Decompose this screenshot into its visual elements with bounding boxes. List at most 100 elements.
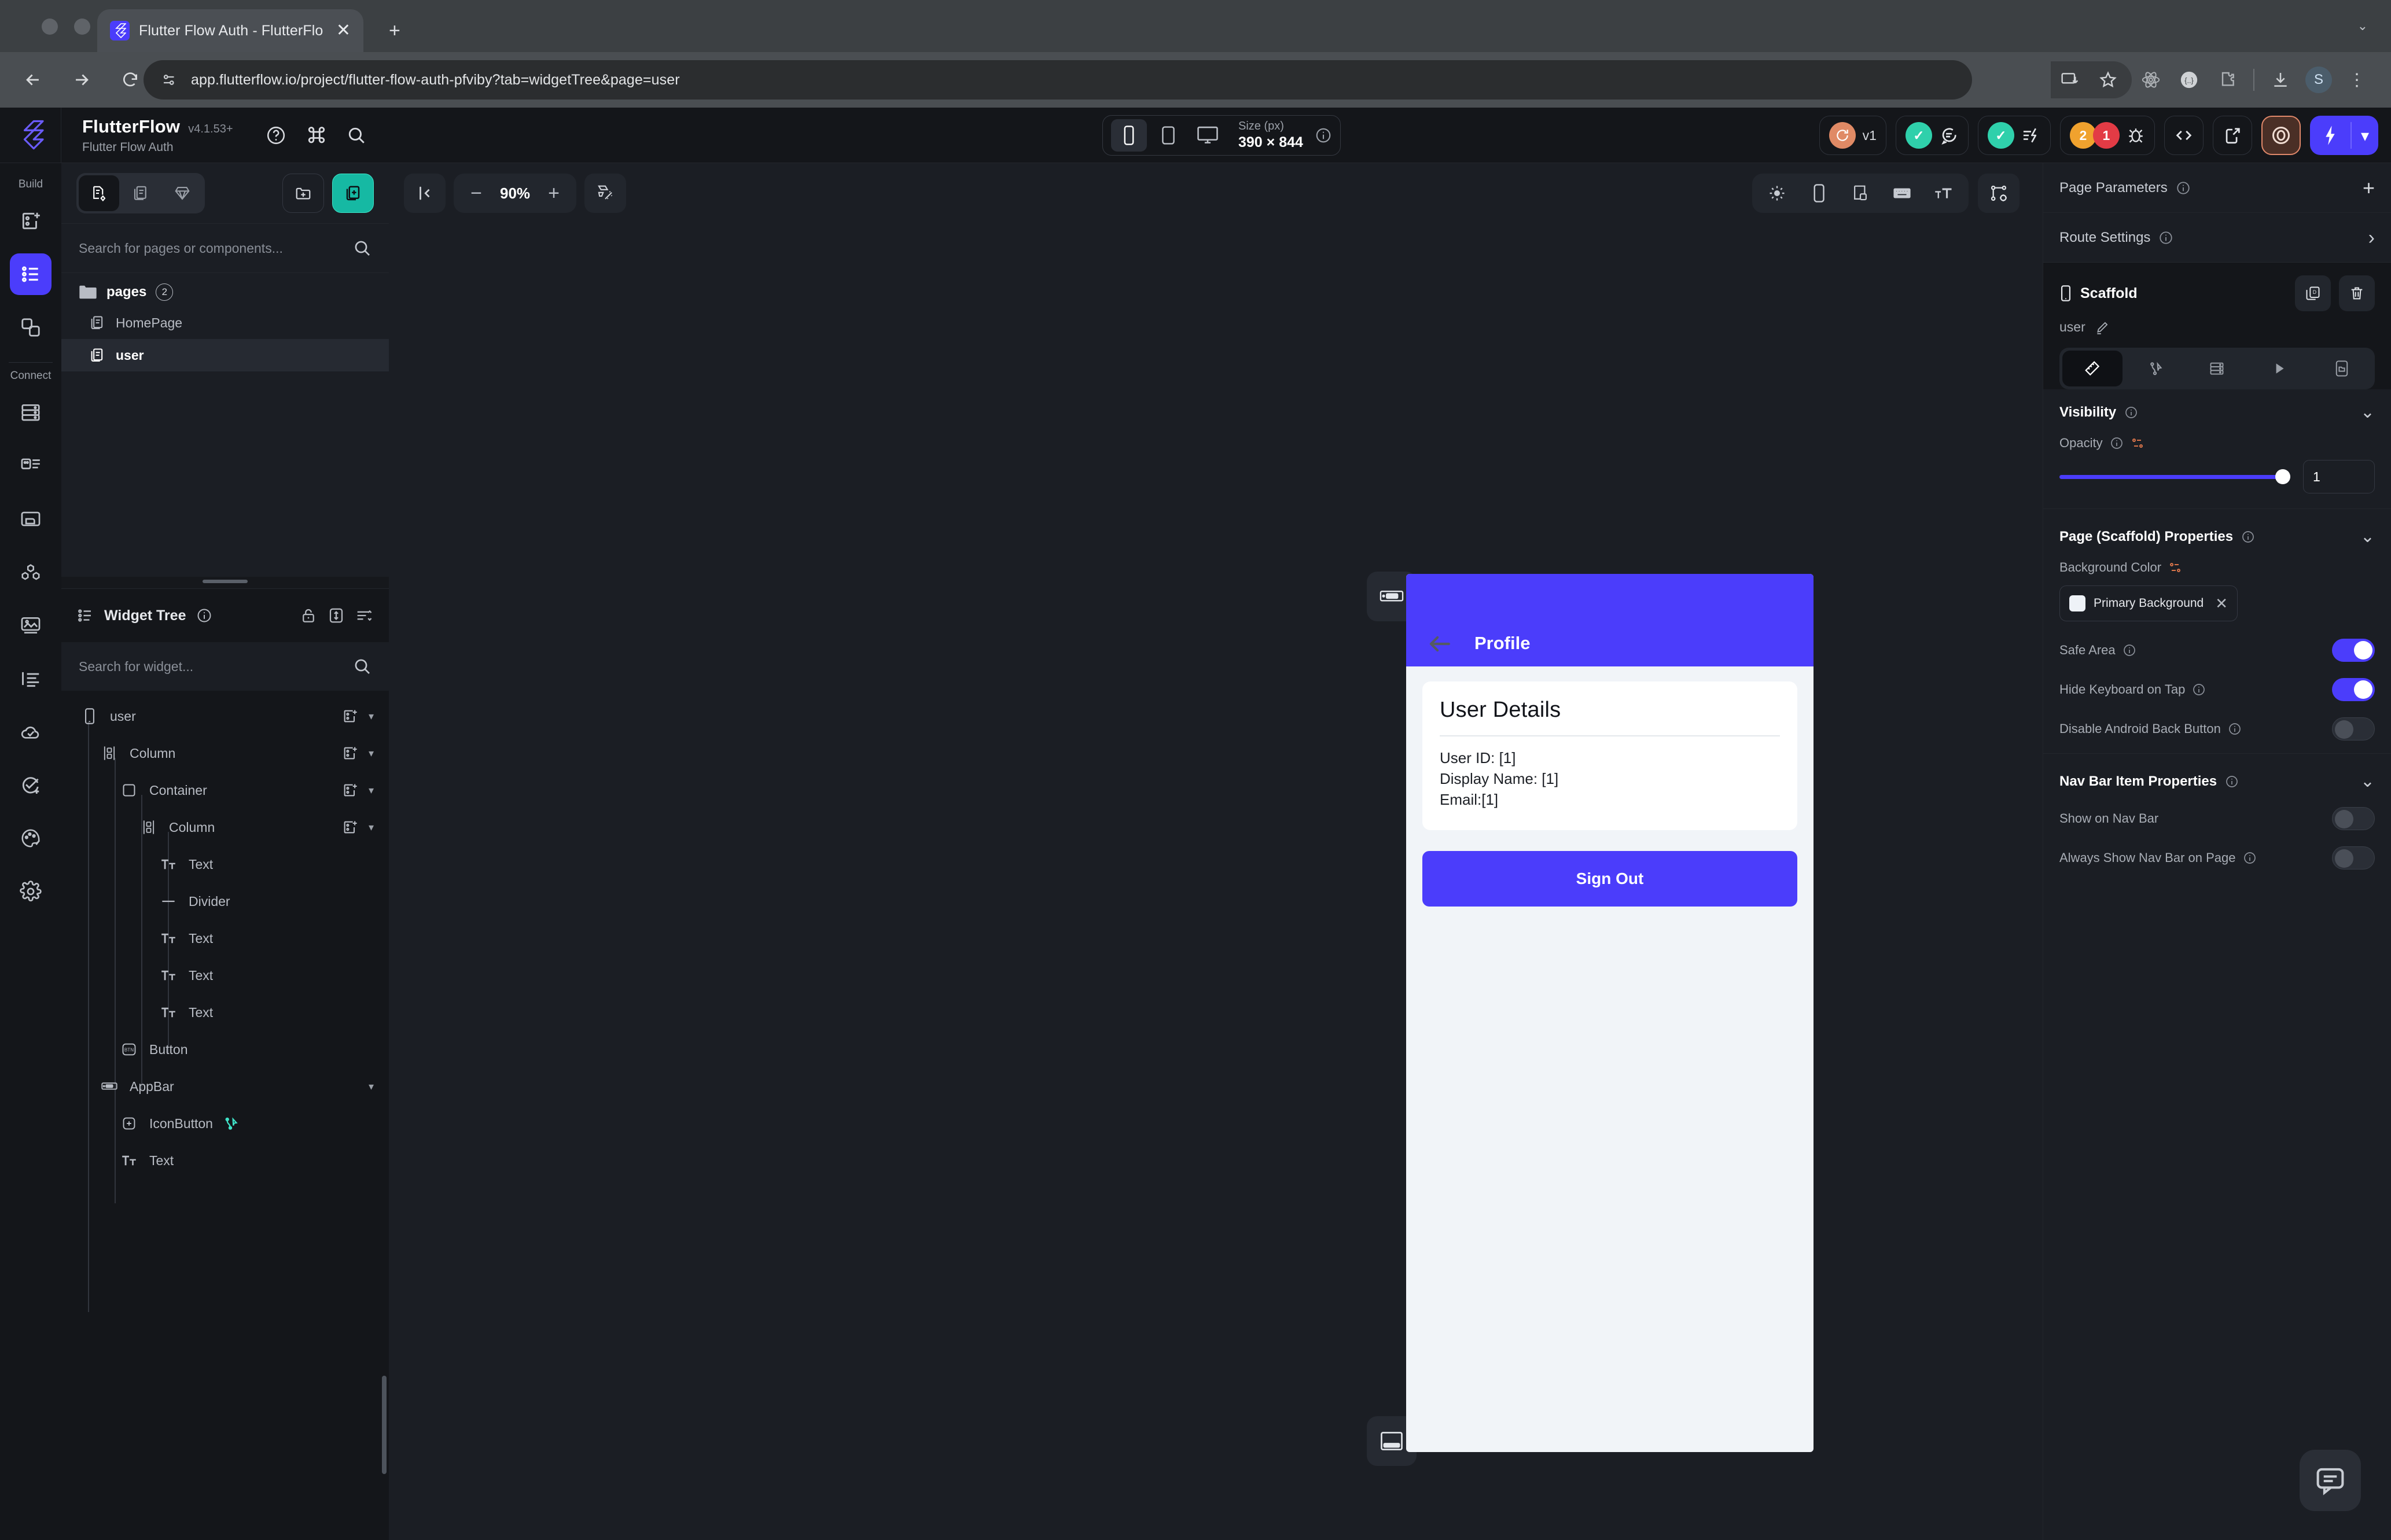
zoom-in-button[interactable]: + [537, 175, 571, 211]
browser-menu-icon[interactable]: ⋮ [2338, 61, 2376, 98]
chevron-down-icon[interactable]: ⌄ [2357, 19, 2368, 34]
tree-item-user[interactable]: user ▾ [61, 698, 389, 735]
react-devtools-icon[interactable] [2132, 61, 2170, 98]
browser-tab[interactable]: Flutter Flow Auth - FlutterFlo ✕ [97, 9, 363, 52]
pages-folder-row[interactable]: pages 2 [61, 273, 389, 307]
zoom-out-button[interactable]: − [459, 175, 493, 211]
add-page-parameter-button[interactable]: + [2363, 177, 2375, 198]
sidebar-item-assets[interactable] [10, 605, 52, 646]
show-on-navbar-toggle[interactable] [2332, 807, 2375, 830]
clear-color-icon[interactable]: ✕ [2215, 595, 2228, 613]
sidebar-item-localization[interactable] [10, 658, 52, 699]
sort-collapse-icon[interactable] [355, 607, 374, 624]
sidebar-item-api-integrations[interactable] [10, 551, 52, 593]
text-size-icon[interactable] [1925, 176, 1963, 211]
run-options-chevron-icon[interactable]: ▾ [2352, 126, 2378, 145]
add-widget-icon[interactable] [342, 782, 358, 798]
tree-item-appbar[interactable]: AppBar ▾ [61, 1068, 389, 1105]
info-icon[interactable] [196, 607, 212, 624]
split-view-icon[interactable] [1841, 176, 1879, 211]
always-show-navbar-toggle[interactable] [2332, 846, 2375, 870]
errors-button[interactable]: 2 1 [2059, 116, 2155, 155]
sidebar-item-settings[interactable] [10, 871, 52, 912]
info-icon[interactable] [2110, 436, 2124, 450]
collapse-left-panel-button[interactable] [404, 174, 446, 213]
issues-button[interactable]: ✓ [1977, 116, 2051, 155]
downloads-icon[interactable] [2261, 61, 2300, 98]
widget-tree-scrollbar[interactable] [382, 1376, 387, 1474]
route-settings-row[interactable]: Route Settings › [2043, 213, 2391, 263]
keyboard-icon[interactable] [1883, 176, 1921, 211]
chevron-down-icon[interactable]: ⌄ [2360, 528, 2375, 546]
set-variable-icon[interactable] [2168, 561, 2182, 574]
chevron-down-icon[interactable]: ▾ [369, 821, 374, 834]
add-widget-icon[interactable] [342, 745, 358, 761]
preview-sign-out-button[interactable]: Sign Out [1422, 850, 1797, 907]
search-icon[interactable] [347, 126, 366, 145]
address-bar[interactable]: app.flutterflow.io/project/flutter-flow-… [144, 60, 1972, 100]
flutterflow-logo-icon[interactable] [0, 107, 61, 163]
help-circle-icon[interactable] [266, 125, 286, 146]
sidebar-item-app-state[interactable] [10, 445, 52, 487]
sidebar-item-widget-tree[interactable] [10, 253, 52, 295]
device-phone-icon[interactable] [1800, 176, 1838, 211]
sidebar-item-tests[interactable] [10, 764, 52, 806]
run-app-button[interactable]: ▾ [2309, 116, 2378, 155]
tree-item-text-2[interactable]: Text [61, 920, 389, 957]
chevron-down-icon[interactable]: ▾ [369, 747, 374, 760]
device-desktop-button[interactable] [1190, 119, 1226, 152]
version-control-button[interactable]: v1 [1819, 116, 1886, 155]
info-icon[interactable] [2124, 406, 2138, 419]
size-info-icon[interactable] [1315, 127, 1332, 144]
sidebar-item-cloud-functions[interactable] [10, 711, 52, 753]
tab-page-state[interactable] [2312, 351, 2372, 386]
sidebar-item-theme[interactable] [10, 817, 52, 859]
chevron-down-icon[interactable]: ▾ [369, 784, 374, 797]
share-export-icon[interactable] [2212, 116, 2252, 155]
info-icon[interactable] [2176, 180, 2191, 196]
tab-pages-and-components[interactable] [79, 175, 119, 211]
page-list-item-user[interactable]: user [61, 339, 389, 371]
navbar-properties-header[interactable]: Nav Bar Item Properties ⌄ [2043, 758, 2391, 799]
info-icon[interactable] [2158, 230, 2173, 245]
tree-item-text-5[interactable]: Text [61, 1142, 389, 1179]
json-viewer-icon[interactable]: {..} [2170, 61, 2208, 98]
close-icon[interactable]: ✕ [336, 22, 351, 39]
device-phone-button[interactable] [1111, 119, 1147, 152]
window-minimize-button[interactable] [74, 19, 90, 35]
back-arrow-icon[interactable] [1427, 634, 1451, 654]
command-icon[interactable] [306, 125, 327, 146]
theme-sun-icon[interactable] [1758, 176, 1796, 211]
new-tab-button[interactable]: + [389, 21, 400, 40]
search-icon[interactable] [353, 239, 371, 257]
add-widget-icon[interactable] [342, 819, 358, 835]
info-icon[interactable] [2243, 851, 2257, 865]
profile-avatar[interactable]: S [2300, 61, 2338, 98]
code-brackets-icon[interactable] [2164, 116, 2204, 155]
add-widget-icon[interactable] [342, 708, 358, 724]
chevron-down-icon[interactable]: ▾ [369, 710, 374, 723]
search-icon[interactable] [353, 657, 371, 676]
sidebar-item-components[interactable] [10, 307, 52, 348]
chevron-down-icon[interactable]: ⌄ [2360, 404, 2375, 421]
eye-preview-icon[interactable] [2261, 116, 2301, 155]
safe-area-toggle[interactable] [2332, 639, 2375, 662]
trash-icon[interactable] [2339, 275, 2375, 311]
chevron-down-icon[interactable]: ⌄ [2360, 773, 2375, 790]
add-page-icon[interactable] [332, 174, 374, 213]
bookmark-star-icon[interactable] [2089, 61, 2127, 98]
search-pages-input[interactable] [79, 240, 353, 256]
chevron-right-icon[interactable]: › [2368, 228, 2375, 248]
opacity-slider[interactable] [2059, 469, 2290, 484]
tree-item-container[interactable]: Container ▾ [61, 772, 389, 809]
disable-back-button-toggle[interactable] [2332, 717, 2375, 740]
tab-properties[interactable] [2062, 351, 2123, 386]
chevron-down-icon[interactable]: ▾ [369, 1081, 374, 1093]
panel-resize-handle[interactable] [61, 574, 389, 588]
pencil-edit-icon[interactable] [2095, 320, 2110, 335]
sidebar-item-media-folder[interactable] [10, 498, 52, 540]
sidebar-item-database[interactable] [10, 392, 52, 433]
opacity-slider-knob[interactable] [2275, 469, 2290, 484]
scaffold-properties-header[interactable]: Page (Scaffold) Properties ⌄ [2043, 514, 2391, 554]
comments-button[interactable]: ✓ [1895, 116, 1969, 155]
